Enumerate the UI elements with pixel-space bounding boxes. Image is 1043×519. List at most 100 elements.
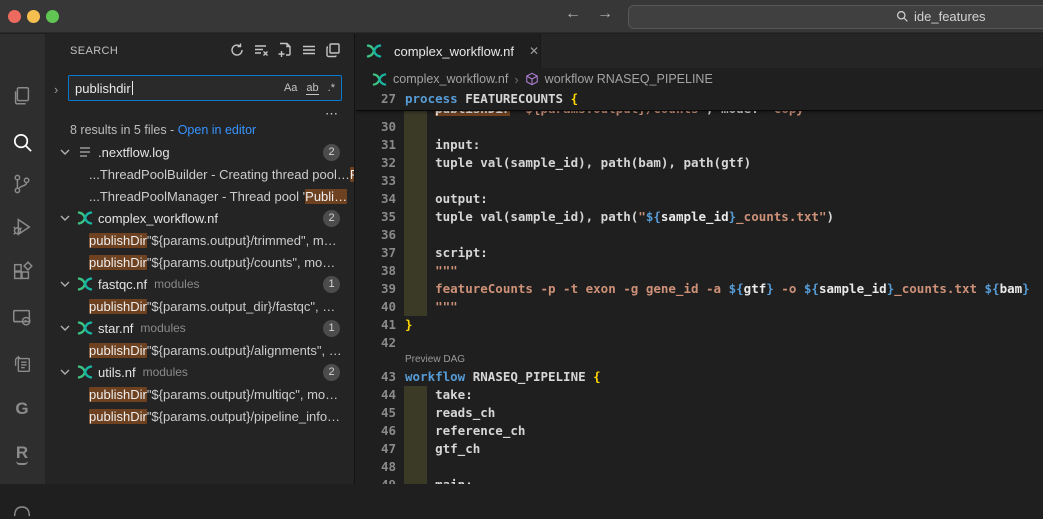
line-number: 38 xyxy=(356,262,396,280)
code-line[interactable]: 45 reads_ch xyxy=(356,404,1043,422)
more-tools-icon[interactable] xyxy=(10,495,34,519)
nextflow-icon xyxy=(77,210,93,226)
source-control-icon[interactable] xyxy=(10,172,34,196)
search-input[interactable]: publishdir Aa ab .* xyxy=(68,75,342,101)
breadcrumb-file[interactable]: complex_workflow.nf xyxy=(393,72,508,86)
search-result-file-row[interactable]: fastqc.nfmodules1 xyxy=(45,273,354,295)
match-context-suffix: "${params.output}/trimmed", m… xyxy=(147,233,337,248)
code-editor[interactable]: 27process FEATURECOUNTS { publishDir "${… xyxy=(356,90,1043,484)
window-close-button[interactable] xyxy=(8,10,21,23)
code-token: tuple val(sample_id), path(bam), path(gt… xyxy=(405,155,751,170)
sticky-scroll-line[interactable]: 27process FEATURECOUNTS { xyxy=(356,90,1043,110)
match-case-toggle[interactable]: Aa xyxy=(284,82,297,94)
code-line[interactable]: 35 tuple val(sample_id), path("${sample_… xyxy=(356,208,1043,226)
toggle-search-details-icon[interactable]: ⋯ xyxy=(325,106,339,122)
line-content xyxy=(396,226,405,244)
code-line[interactable]: 37 script: xyxy=(356,244,1043,262)
extensions-icon[interactable] xyxy=(10,260,34,284)
code-token: RNASEQ_PIPELINE xyxy=(465,369,593,384)
code-line[interactable]: 43workflow RNASEQ_PIPELINE { xyxy=(356,368,1043,386)
code-line[interactable]: 30 xyxy=(356,118,1043,136)
search-result-match-row[interactable]: ...ThreadPoolBuilder - Creating thread p… xyxy=(45,163,354,185)
chevron-down-icon[interactable] xyxy=(57,364,73,380)
code-line[interactable]: 40 """ xyxy=(356,298,1043,316)
toggle-replace-chevron-icon[interactable]: › xyxy=(54,82,58,97)
r-language-icon[interactable]: R xyxy=(10,442,34,466)
file-name: fastqc.nf xyxy=(98,277,147,292)
code-line[interactable]: 46 reference_ch xyxy=(356,422,1043,440)
command-center-search[interactable]: ide_features xyxy=(628,5,1043,29)
code-token: { xyxy=(571,91,579,106)
code-line[interactable]: 27process FEATURECOUNTS { xyxy=(356,90,1043,108)
search-result-match-row[interactable]: publishDir "${params.output}/pipeline_in… xyxy=(45,405,354,427)
search-result-match-row[interactable]: publishDir "${params.output}/trimmed", m… xyxy=(45,229,354,251)
code-line[interactable]: 32 tuple val(sample_id), path(bam), path… xyxy=(356,154,1043,172)
code-line[interactable]: 39 featureCounts -p -t exon -g gene_id -… xyxy=(356,280,1043,298)
code-line[interactable]: 48 xyxy=(356,458,1043,476)
open-in-editor-link[interactable]: Open in editor xyxy=(178,123,257,137)
whole-word-toggle[interactable]: ab xyxy=(306,82,318,95)
line-content: } xyxy=(396,316,413,334)
tab-complex-workflow[interactable]: complex_workflow.nf ✕ xyxy=(356,34,541,68)
nextflow-icon xyxy=(77,320,93,336)
code-token: workflow xyxy=(405,369,465,384)
navigate-forward-button[interactable]: → xyxy=(597,5,613,23)
codelens-preview-dag[interactable]: Preview DAG xyxy=(356,352,1043,368)
search-icon[interactable] xyxy=(10,130,34,154)
code-line[interactable]: 33 xyxy=(356,172,1043,190)
tab-close-icon[interactable]: ✕ xyxy=(529,44,539,58)
code-token: """ xyxy=(405,299,458,314)
code-token: ${ xyxy=(729,281,744,296)
window-minimize-button[interactable] xyxy=(27,10,40,23)
line-content: publishDir "${params.output}/counts", mo… xyxy=(396,110,811,118)
partially-scrolled-line: publishDir "${params.output}/counts", mo… xyxy=(356,110,1043,118)
navigate-back-button[interactable]: ← xyxy=(565,5,581,23)
regex-toggle[interactable]: .* xyxy=(328,82,335,94)
code-line[interactable]: 36 xyxy=(356,226,1043,244)
collapse-all-icon[interactable] xyxy=(325,42,341,58)
match-highlight: Publi… xyxy=(305,189,347,204)
search-result-file-row[interactable]: utils.nfmodules2 xyxy=(45,361,354,383)
match-context-suffix: "${params.output}/counts", mo… xyxy=(147,255,335,270)
code-line[interactable]: 44 take: xyxy=(356,386,1043,404)
search-result-match-row[interactable]: publishDir "${params.output_dir}/fastqc"… xyxy=(45,295,354,317)
code-line[interactable]: 47 gtf_ch xyxy=(356,440,1043,458)
activity-bar: G R xyxy=(0,34,45,484)
gitlens-icon[interactable]: G xyxy=(10,397,34,421)
explorer-icon[interactable] xyxy=(10,84,34,108)
chevron-down-icon[interactable] xyxy=(57,320,73,336)
code-line[interactable]: publishDir "${params.output}/counts", mo… xyxy=(356,110,1043,118)
code-line[interactable]: 34 output: xyxy=(356,190,1043,208)
search-result-match-row[interactable]: publishDir "${params.output}/multiqc", m… xyxy=(45,383,354,405)
search-result-file-row[interactable]: .nextflow.log2 xyxy=(45,141,354,163)
chevron-down-icon[interactable] xyxy=(57,210,73,226)
match-highlight: publishDir xyxy=(89,299,147,314)
code-token: bam xyxy=(1000,281,1023,296)
refresh-icon[interactable] xyxy=(229,42,245,58)
code-line[interactable]: 31 input: xyxy=(356,136,1043,154)
remote-explorer-icon[interactable] xyxy=(10,305,34,329)
code-token: reference_ch xyxy=(405,423,525,438)
line-number: 34 xyxy=(356,190,396,208)
line-content: workflow RNASEQ_PIPELINE { xyxy=(396,368,601,386)
window-maximize-button[interactable] xyxy=(46,10,59,23)
code-token: gtf_ch xyxy=(405,441,480,456)
open-new-search-editor-icon[interactable] xyxy=(277,42,293,58)
code-line[interactable]: 49 main: xyxy=(356,476,1043,484)
chevron-down-icon[interactable] xyxy=(57,144,73,160)
breadcrumb-symbol[interactable]: workflow RNASEQ_PIPELINE xyxy=(545,72,713,86)
command-center-text: ide_features xyxy=(914,9,986,24)
code-line[interactable]: 41} xyxy=(356,316,1043,334)
search-result-file-row[interactable]: star.nfmodules1 xyxy=(45,317,354,339)
view-as-list-icon[interactable] xyxy=(301,42,317,58)
chevron-down-icon[interactable] xyxy=(57,276,73,292)
code-line[interactable]: 42 xyxy=(356,334,1043,352)
search-result-match-row[interactable]: publishDir "${params.output}/counts", mo… xyxy=(45,251,354,273)
clear-search-results-icon[interactable] xyxy=(253,42,269,58)
search-result-file-row[interactable]: complex_workflow.nf2 xyxy=(45,207,354,229)
output-report-icon[interactable] xyxy=(10,352,34,376)
search-result-match-row[interactable]: publishDir "${params.output}/alignments"… xyxy=(45,339,354,361)
code-line[interactable]: 38 """ xyxy=(356,262,1043,280)
run-and-debug-icon[interactable] xyxy=(10,215,34,239)
search-result-match-row[interactable]: ...ThreadPoolManager - Thread pool 'Publ… xyxy=(45,185,354,207)
